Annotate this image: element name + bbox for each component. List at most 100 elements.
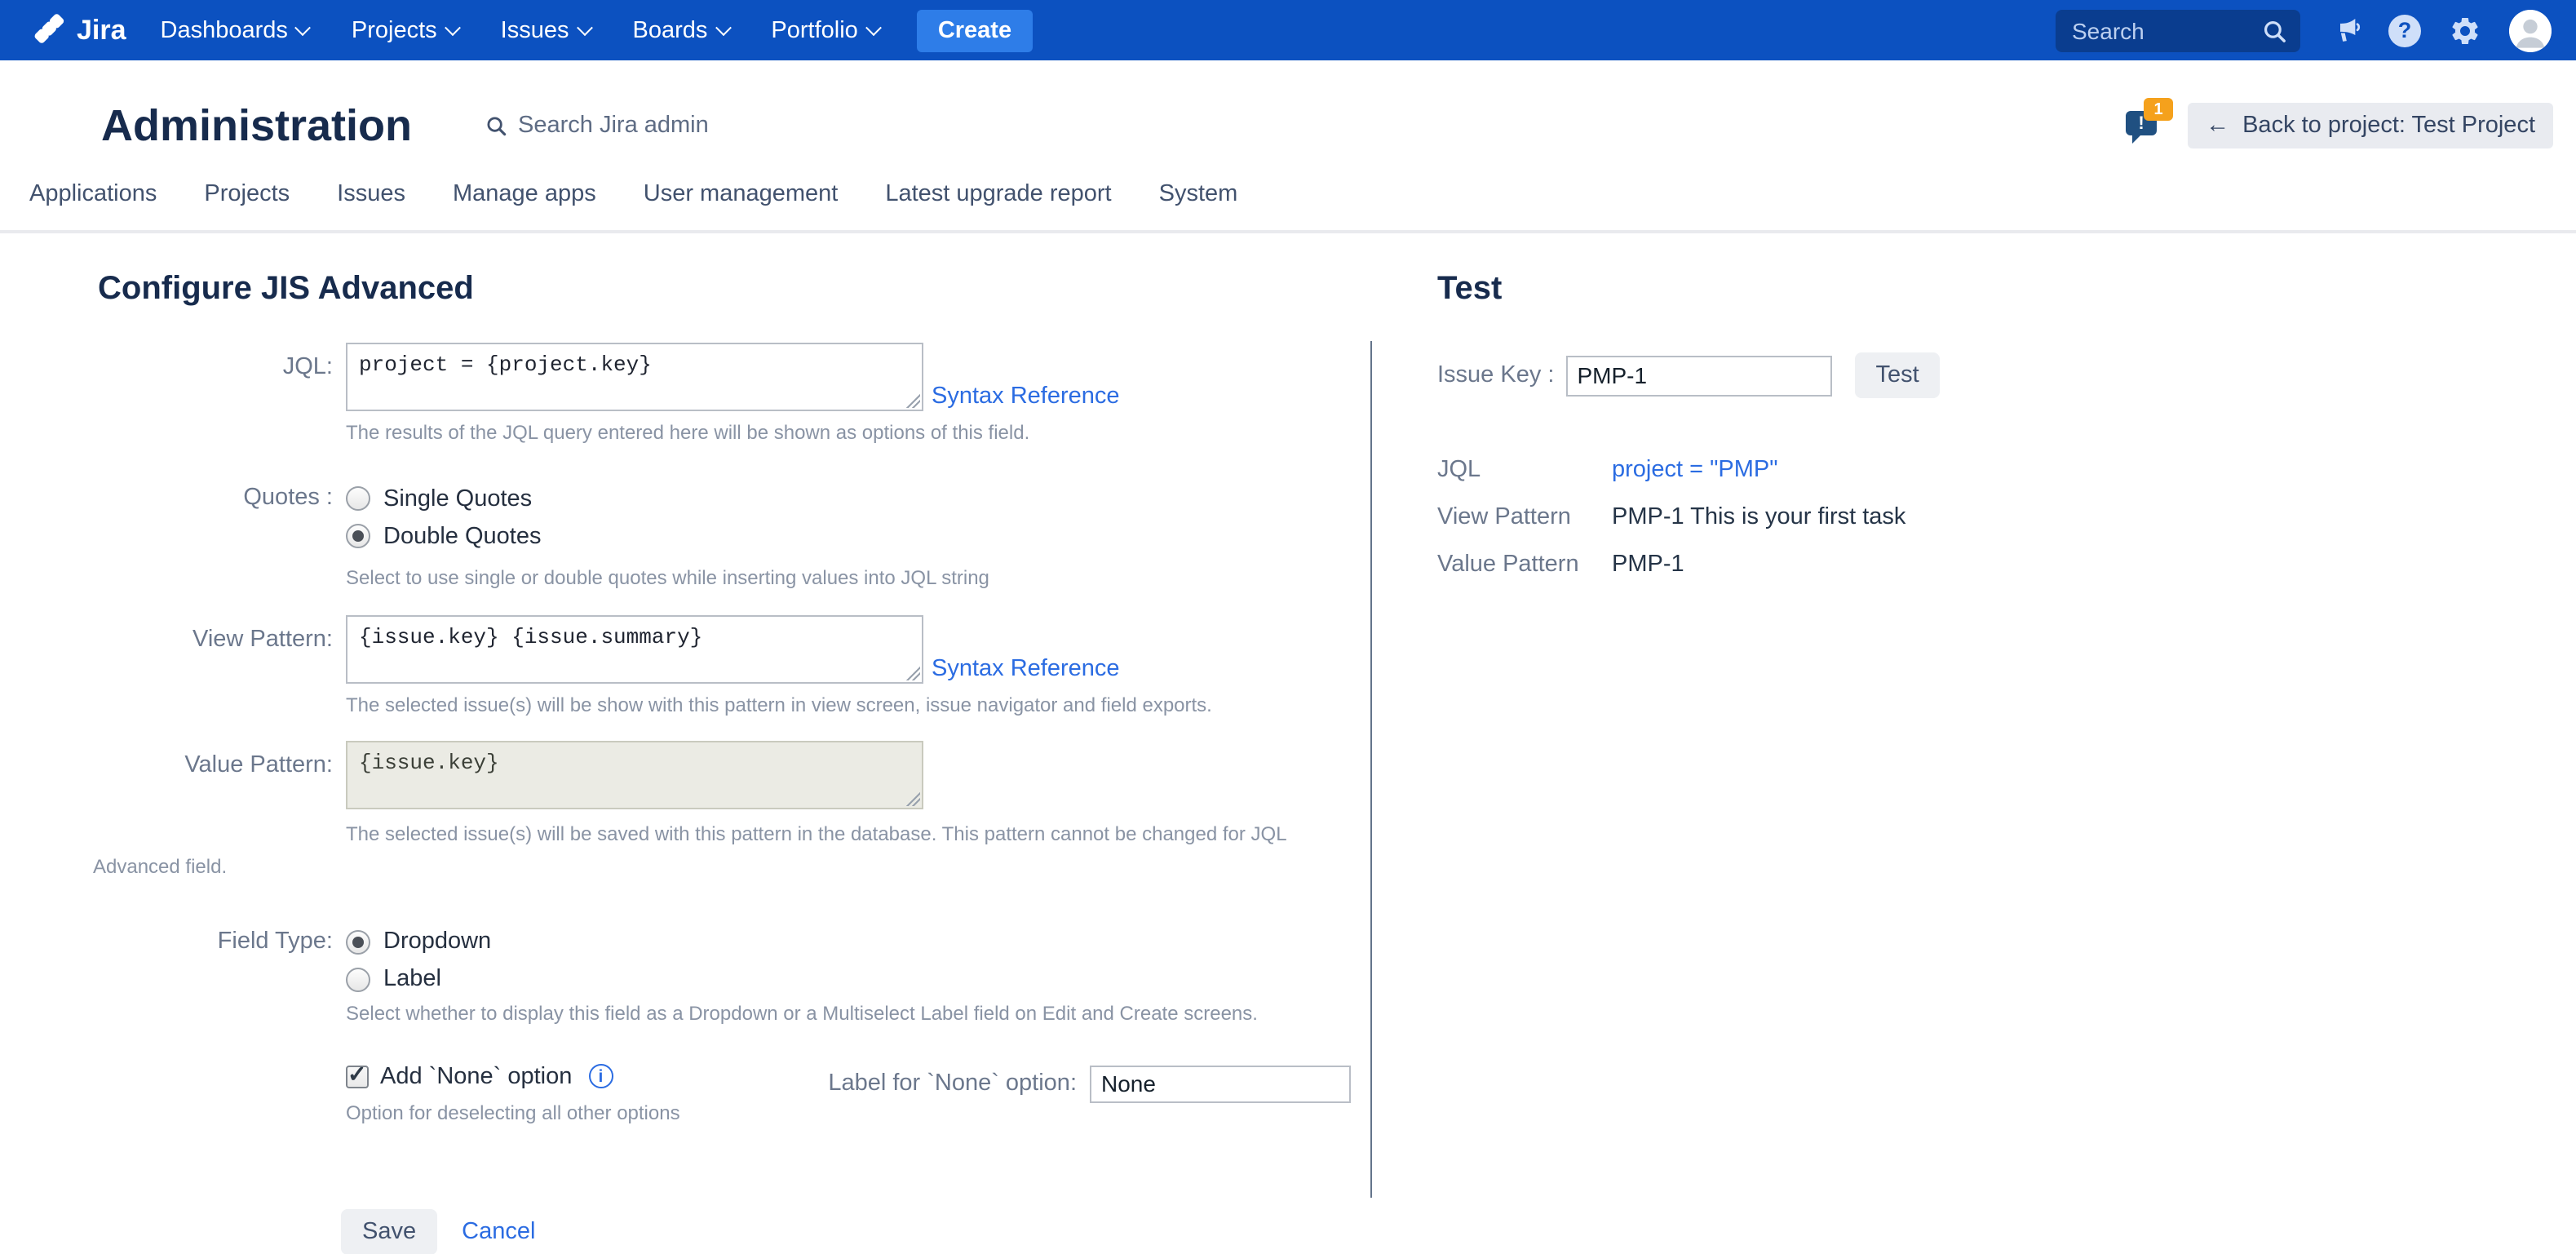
test-button[interactable]: Test [1854, 352, 1940, 398]
chevron-down-icon [445, 20, 461, 36]
double-quotes-label: Double Quotes [383, 523, 541, 549]
label-option-label: Label [383, 966, 441, 992]
navbar-search-input[interactable] [2069, 16, 2261, 45]
dropdown-option[interactable]: Dropdown [346, 923, 1351, 960]
single-quotes-radio[interactable] [346, 486, 370, 511]
none-option-row: Add `None` option i Option for deselecti… [93, 1063, 1370, 1123]
nav-menu-issues[interactable]: Issues [480, 0, 612, 60]
back-arrow-icon: ← [2206, 113, 2229, 139]
result-jql-value[interactable]: project = "PMP" [1612, 457, 1778, 483]
value-pattern-textarea: {issue.key} [346, 741, 923, 809]
navbar-right: ? [2056, 9, 2552, 51]
label-radio[interactable] [346, 967, 370, 991]
result-jql-label: JQL [1437, 457, 1612, 483]
user-avatar[interactable] [2509, 9, 2552, 51]
double-quotes-radio[interactable] [346, 524, 370, 548]
form-actions: Save Cancel [341, 1208, 1370, 1254]
chevron-down-icon [295, 20, 312, 36]
feedback-megaphone-icon[interactable] [2328, 14, 2361, 47]
nav-menu-label: Issues [501, 17, 569, 43]
value-pattern-help-text: The selected issue(s) will be saved with… [93, 819, 1351, 884]
info-icon[interactable]: i [588, 1064, 613, 1088]
admin-header-right: ! 1 ← Back to project: Test Project [2126, 103, 2553, 148]
nav-menu-label: Boards [633, 17, 708, 43]
add-none-label: Add `None` option [380, 1063, 572, 1089]
nav-menu-label: Projects [352, 17, 437, 43]
panel-divider [1370, 341, 1372, 1198]
quotes-row: Quotes : Single Quotes Double Quotes Sel… [93, 480, 1370, 589]
view-pattern-syntax-reference-link[interactable]: Syntax Reference [932, 654, 1120, 684]
nav-menu-projects[interactable]: Projects [330, 0, 480, 60]
save-button[interactable]: Save [341, 1208, 437, 1254]
nav-menu-dashboards[interactable]: Dashboards [139, 0, 330, 60]
test-results: JQL project = "PMP" View Pattern PMP-1 T… [1437, 457, 2576, 578]
chevron-down-icon [715, 20, 732, 36]
page-title: Administration [101, 96, 412, 155]
search-icon [2261, 17, 2287, 43]
nav-menu-portfolio[interactable]: Portfolio [750, 0, 900, 60]
field-type-row: Field Type: Dropdown Label Select whethe… [93, 923, 1370, 1024]
view-pattern-textarea[interactable]: {issue.key} {issue.summary} [346, 615, 923, 684]
issue-key-input[interactable] [1565, 355, 1831, 396]
result-row-view-pattern: View Pattern PMP-1 This is your first ta… [1437, 504, 2576, 530]
tab-projects[interactable]: Projects [204, 181, 290, 207]
top-navbar: Jira Dashboards Projects Issues Boards P… [0, 0, 2576, 60]
page: Jira Dashboards Projects Issues Boards P… [0, 0, 2576, 1240]
admin-search[interactable]: Search Jira admin [474, 111, 719, 140]
back-to-project-button[interactable]: ← Back to project: Test Project [2188, 103, 2553, 148]
none-label-input[interactable] [1090, 1065, 1351, 1102]
notification-icon[interactable]: ! 1 [2126, 103, 2171, 148]
none-label-label: Label for `None` option: [828, 1070, 1077, 1097]
notification-badge: 1 [2144, 98, 2173, 121]
jira-logo-text: Jira [77, 14, 126, 47]
tab-latest-upgrade-report[interactable]: Latest upgrade report [885, 181, 1111, 207]
dropdown-radio[interactable] [346, 929, 370, 954]
tab-applications[interactable]: Applications [29, 181, 157, 207]
nav-menu-label: Dashboards [161, 17, 288, 43]
jira-logo-icon [33, 13, 67, 47]
tab-system[interactable]: System [1159, 181, 1238, 207]
nav-menu-boards[interactable]: Boards [612, 0, 750, 60]
help-question-glyph: ? [2388, 14, 2421, 47]
double-quotes-option[interactable]: Double Quotes [346, 517, 1351, 555]
result-row-value-pattern: Value Pattern PMP-1 [1437, 552, 2576, 578]
result-row-jql: JQL project = "PMP" [1437, 457, 2576, 483]
chevron-down-icon [577, 20, 593, 36]
test-title: Test [1437, 271, 2576, 308]
label-option[interactable]: Label [346, 960, 1351, 998]
settings-gear-icon[interactable] [2449, 14, 2481, 47]
none-option-group: Add `None` option i Option for deselecti… [346, 1063, 680, 1123]
test-panel: Test Issue Key : Test JQL project = "PMP… [1370, 233, 2576, 1254]
help-icon[interactable]: ? [2388, 14, 2421, 47]
result-value-pattern-value: PMP-1 [1612, 552, 1684, 578]
jql-syntax-reference-link[interactable]: Syntax Reference [932, 382, 1120, 411]
tab-issues[interactable]: Issues [337, 181, 405, 207]
navbar-search [2056, 9, 2300, 51]
configure-panel: Configure JIS Advanced JQL: project = {p… [0, 233, 1370, 1254]
view-pattern-help-text: The selected issue(s) will be show with … [346, 693, 1351, 716]
dropdown-label: Dropdown [383, 928, 491, 955]
issue-key-row: Issue Key : Test [1437, 352, 2576, 398]
add-none-checkbox[interactable] [346, 1065, 369, 1088]
result-value-pattern-label: Value Pattern [1437, 552, 1612, 578]
nav-menu-label: Portfolio [771, 17, 857, 43]
issue-key-label: Issue Key : [1437, 362, 1554, 388]
jql-textarea[interactable]: project = {project.key} [346, 343, 923, 411]
quotes-label: Quotes : [93, 480, 346, 589]
tab-user-management[interactable]: User management [644, 181, 839, 207]
field-type-label: Field Type: [93, 923, 346, 1024]
back-button-label: Back to project: Test Project [2242, 113, 2535, 139]
jql-label: JQL: [93, 343, 346, 444]
view-pattern-label: View Pattern: [93, 615, 346, 716]
admin-header: Administration Search Jira admin ! 1 ← B… [0, 96, 2576, 233]
result-view-pattern-label: View Pattern [1437, 504, 1612, 530]
jira-logo[interactable]: Jira [33, 13, 126, 47]
create-button[interactable]: Create [917, 9, 1033, 51]
value-pattern-row: Value Pattern: {issue.key} The selected … [93, 741, 1370, 884]
add-none-option[interactable]: Add `None` option i [346, 1063, 680, 1089]
jql-help-text: The results of the JQL query entered her… [346, 421, 1351, 444]
search-icon [484, 114, 507, 137]
cancel-link[interactable]: Cancel [462, 1218, 535, 1244]
tab-manage-apps[interactable]: Manage apps [453, 181, 596, 207]
single-quotes-option[interactable]: Single Quotes [346, 480, 1351, 517]
